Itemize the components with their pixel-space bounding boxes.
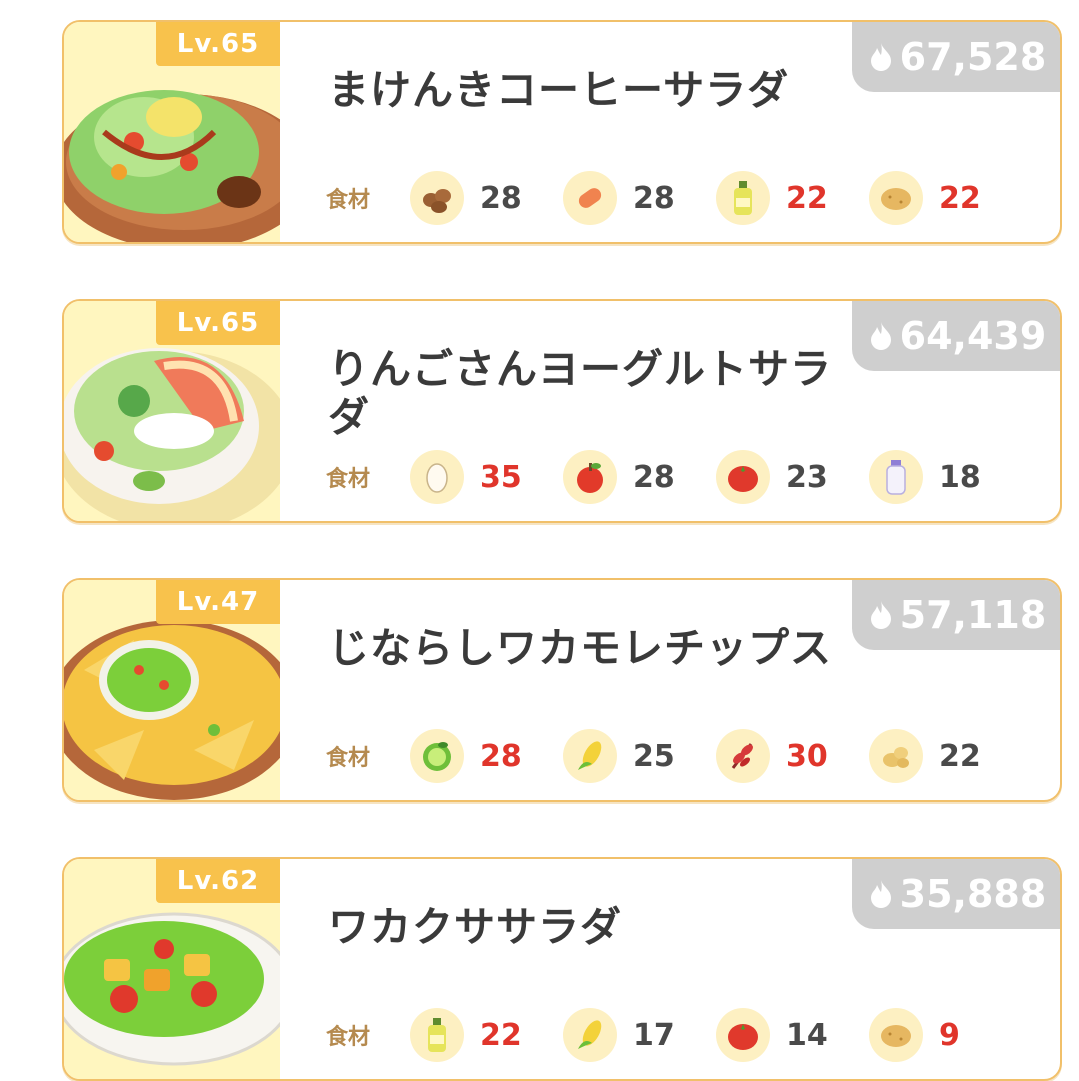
flame-icon [870, 880, 891, 908]
energy-value: 64,439 [899, 314, 1047, 358]
cacao-beans-icon [410, 171, 464, 225]
recipe-card[interactable]: Lv.62 35,888 ワカクササラダ 食材 22 17 14 9 [62, 857, 1062, 1081]
recipe-title: まけんきコーヒーサラダ [328, 66, 790, 114]
ingredients-label: 食材 [326, 746, 371, 771]
ingredient-count: 28 [480, 738, 522, 774]
ingredient-item: 22 [869, 729, 1022, 783]
flame-icon [870, 43, 891, 71]
ginger-icon [869, 729, 923, 783]
energy-badge: 57,118 [852, 580, 1060, 650]
ingredient-count: 35 [480, 459, 522, 495]
recipe-title: じならしワカモレチップス [328, 624, 832, 672]
potato-icon [869, 171, 923, 225]
recipe-title: ワカクササラダ [328, 903, 622, 951]
herb-icon [716, 729, 770, 783]
ingredient-item: 28 [410, 729, 563, 783]
ingredients-row: 食材 22 17 14 9 [326, 1007, 1022, 1063]
ingredient-count: 22 [786, 180, 828, 216]
ingredient-item: 22 [716, 171, 869, 225]
ingredient-item: 18 [869, 450, 1022, 504]
energy-badge: 67,528 [852, 22, 1060, 92]
ingredients-label: 食材 [326, 1025, 371, 1050]
ingredient-count: 28 [480, 180, 522, 216]
ingredient-item: 23 [716, 450, 869, 504]
recipe-list: Lv.65 67,528 まけんきコーヒーサラダ 食材 28 28 22 22 … [0, 0, 1079, 1081]
ingredient-item: 17 [563, 1008, 716, 1062]
milk-bottle-icon [869, 450, 923, 504]
ingredient-item: 22 [410, 1008, 563, 1062]
level-badge: Lv.65 [156, 301, 280, 345]
avocado-icon [410, 729, 464, 783]
ingredient-item: 35 [410, 450, 563, 504]
ingredient-item: 22 [869, 171, 1022, 225]
ingredient-item: 9 [869, 1008, 1022, 1062]
oil-bottle-icon [410, 1008, 464, 1062]
ingredients-row: 食材 28 25 30 22 [326, 728, 1022, 784]
recipe-card[interactable]: Lv.47 57,118 じならしワカモレチップス 食材 28 25 30 22 [62, 578, 1062, 802]
tomato-icon [716, 1008, 770, 1062]
corn-icon [563, 1008, 617, 1062]
oil-bottle-icon [716, 171, 770, 225]
ingredient-count: 18 [939, 459, 981, 495]
apple-icon [563, 450, 617, 504]
ingredient-item: 28 [563, 450, 716, 504]
ingredient-count: 23 [786, 459, 828, 495]
flame-icon [870, 601, 891, 629]
ingredient-count: 17 [633, 1017, 675, 1053]
ingredients-row: 食材 28 28 22 22 [326, 170, 1022, 226]
energy-value: 67,528 [899, 35, 1047, 79]
ingredient-item: 28 [563, 171, 716, 225]
ingredient-count: 22 [480, 1017, 522, 1053]
ingredient-item: 25 [563, 729, 716, 783]
energy-badge: 35,888 [852, 859, 1060, 929]
energy-badge: 64,439 [852, 301, 1060, 371]
ingredient-count: 9 [939, 1017, 960, 1053]
level-badge: Lv.62 [156, 859, 280, 903]
energy-value: 57,118 [899, 593, 1047, 637]
level-badge: Lv.47 [156, 580, 280, 624]
ingredient-count: 28 [633, 180, 675, 216]
ingredient-count: 30 [786, 738, 828, 774]
flame-icon [870, 322, 891, 350]
ingredient-item: 28 [410, 171, 563, 225]
ingredient-count: 22 [939, 180, 981, 216]
ingredients-row: 食材 35 28 23 18 [326, 449, 1022, 505]
ingredient-count: 28 [633, 459, 675, 495]
recipe-card[interactable]: Lv.65 67,528 まけんきコーヒーサラダ 食材 28 28 22 22 [62, 20, 1062, 244]
level-badge: Lv.65 [156, 22, 280, 66]
ingredient-count: 22 [939, 738, 981, 774]
ingredient-count: 25 [633, 738, 675, 774]
ingredients-label: 食材 [326, 467, 371, 492]
recipe-card[interactable]: Lv.65 64,439 りんごさんヨーグルトサラダ 食材 35 28 23 1… [62, 299, 1062, 523]
ingredient-count: 14 [786, 1017, 828, 1053]
tomato-icon [716, 450, 770, 504]
recipe-title: りんごさんヨーグルトサラダ [328, 345, 832, 441]
ingredient-item: 30 [716, 729, 869, 783]
energy-value: 35,888 [899, 872, 1047, 916]
egg-icon [410, 450, 464, 504]
corn-icon [563, 729, 617, 783]
ingredients-label: 食材 [326, 188, 371, 213]
ingredient-item: 14 [716, 1008, 869, 1062]
potato-icon [869, 1008, 923, 1062]
sausage-icon [563, 171, 617, 225]
